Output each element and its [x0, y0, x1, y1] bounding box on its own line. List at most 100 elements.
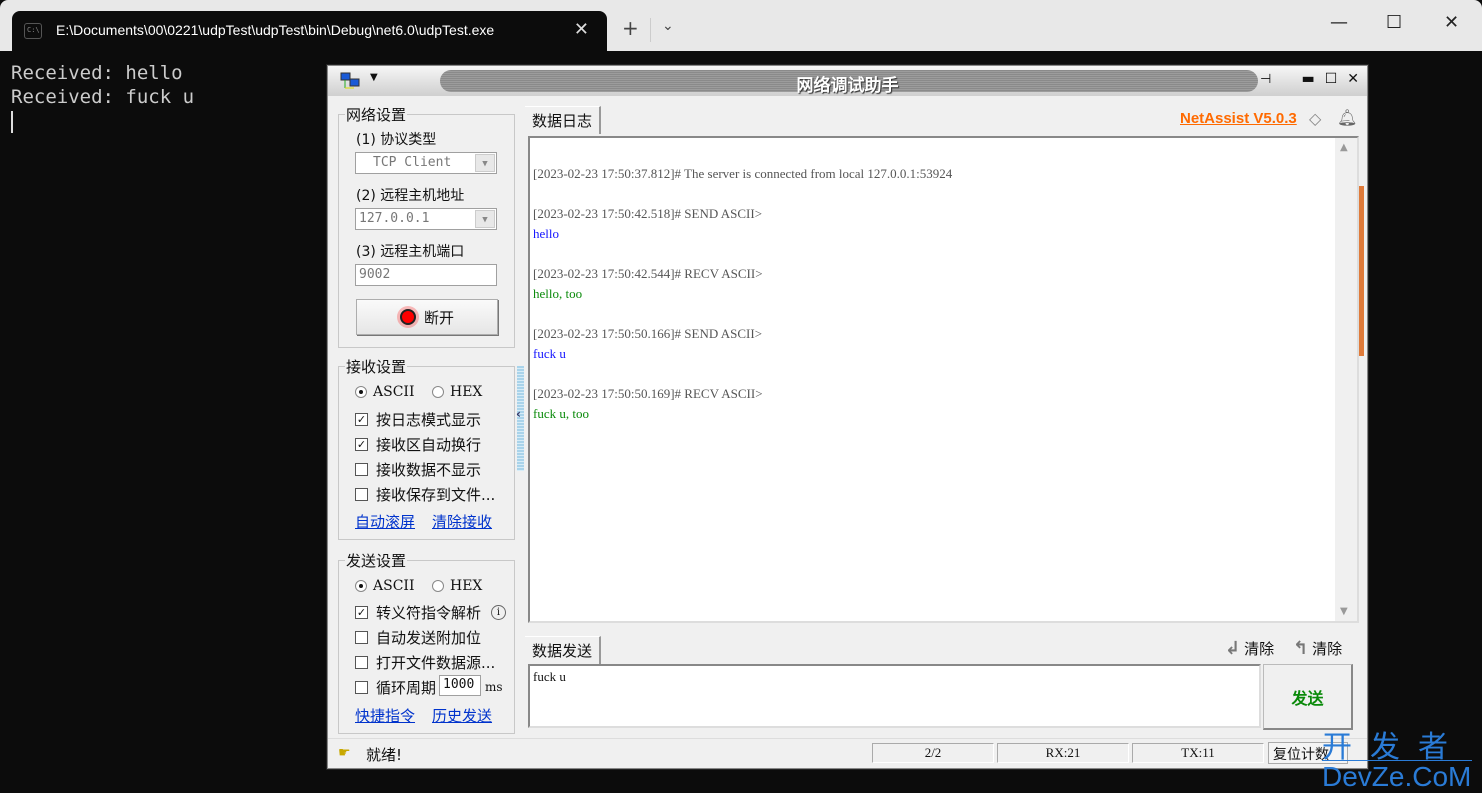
checkbox-checked-icon: ✓ — [355, 438, 368, 451]
checkbox-icon — [355, 631, 368, 644]
netassist-titlebar[interactable]: ▼ 网络调试助手 ⊣ ▬ ☐ ✕ — [328, 66, 1367, 96]
chevron-down-icon[interactable]: ▼ — [475, 210, 495, 228]
shortcut-commands-link[interactable]: 快捷指令 — [355, 705, 415, 726]
connection-led-icon — [399, 309, 416, 325]
cycle-unit-label: ms — [485, 680, 503, 694]
log-entry-body: fuck u — [533, 346, 566, 361]
info-icon[interactable]: i — [491, 605, 507, 620]
log-entry-header: [2023-02-23 17:50:42.518]# SEND ASCII> — [533, 206, 763, 221]
minimize-button[interactable]: ▬ — [1301, 71, 1314, 87]
send-hex-radio[interactable]: HEX — [432, 578, 482, 594]
radio-label: HEX — [450, 578, 483, 594]
log-spacer — [533, 244, 952, 264]
packet-count: 2/2 — [872, 743, 994, 763]
remote-port-label: (3) 远程主机端口 — [356, 244, 465, 260]
panel-collapse-handle[interactable]: ‹ — [516, 366, 524, 471]
maximize-button[interactable]: ☐ — [1386, 12, 1402, 33]
terminal-output[interactable]: Received: hello Received: fuck u — [11, 61, 194, 139]
radio-label: ASCII — [373, 578, 415, 594]
send-option-escape-parse[interactable]: ✓ 转义符指令解析 i — [355, 602, 507, 623]
group-title: 网络设置 — [346, 106, 407, 124]
tab-close-icon[interactable]: ✕ — [574, 19, 589, 40]
checkbox-icon — [355, 656, 368, 669]
scroll-up-icon[interactable]: ▲ — [1340, 142, 1348, 153]
checkbox-label: 循环周期 — [376, 679, 437, 697]
send-ascii-radio[interactable]: ASCII — [355, 578, 414, 594]
radio-icon — [432, 580, 444, 592]
remote-host-value: 127.0.0.1 — [359, 211, 430, 226]
scroll-down-icon[interactable]: ▼ — [1340, 606, 1348, 617]
disconnect-label: 断开 — [423, 308, 454, 327]
send-option-cycle[interactable]: 循环周期 — [355, 677, 436, 698]
radio-label: ASCII — [373, 384, 415, 400]
remote-host-select[interactable]: 127.0.0.1 ▼ — [355, 208, 497, 230]
send-option-file-source[interactable]: 打开文件数据源... — [355, 652, 495, 673]
new-tab-button[interactable]: + — [622, 16, 639, 40]
scrollbar-thumb[interactable] — [1359, 186, 1364, 356]
log-entry-header: [2023-02-23 17:50:50.166]# SEND ASCII> — [533, 326, 763, 341]
clear-receive-link[interactable]: 清除接收 — [432, 511, 492, 532]
netassist-window: ▼ 网络调试助手 ⊣ ▬ ☐ ✕ 网络设置 (1) 协议类型 TCP Clien… — [327, 65, 1368, 769]
clear-receive-button[interactable]: ↲ 清除 — [1225, 638, 1274, 659]
send-text-area[interactable]: fuck u — [528, 664, 1261, 728]
receive-option-log-mode[interactable]: ✓ 按日志模式显示 — [355, 409, 481, 430]
chevron-down-icon[interactable]: ⌄ — [662, 18, 674, 34]
log-spacer — [533, 304, 952, 324]
receive-option-auto-wrap[interactable]: ✓ 接收区自动换行 — [355, 434, 481, 455]
log-spacer — [533, 364, 952, 384]
text-cursor — [11, 111, 13, 133]
auto-scroll-link[interactable]: 自动滚屏 — [355, 511, 415, 532]
cycle-period-input[interactable]: 1000 — [439, 675, 481, 696]
receive-hex-radio[interactable]: HEX — [432, 384, 482, 400]
diamond-icon[interactable]: ◇ — [1309, 109, 1321, 128]
minimize-button[interactable]: — — [1330, 12, 1348, 33]
receive-ascii-radio[interactable]: ASCII — [355, 384, 414, 400]
checkbox-label: 接收保存到文件... — [376, 486, 496, 504]
terminal-tab[interactable]: C:\ E:\Documents\00\0221\udpTest\udpTest… — [12, 11, 607, 51]
tab-title: E:\Documents\00\0221\udpTest\udpTest\bin… — [56, 22, 495, 38]
checkbox-label: 接收区自动换行 — [376, 436, 482, 454]
divider — [650, 18, 651, 42]
clear-send-button[interactable]: ↰ 清除 — [1293, 638, 1342, 659]
checkbox-checked-icon: ✓ — [355, 606, 368, 619]
watermark: 开发者 DevZe.CoM — [1322, 722, 1482, 792]
pin-icon[interactable]: ⊣ — [1260, 72, 1271, 87]
window-close-button[interactable]: ✕ — [1444, 12, 1459, 33]
log-scrollbar[interactable]: ▲ ▼ — [1335, 138, 1357, 621]
protocol-select[interactable]: TCP Client ▼ — [355, 152, 497, 174]
receive-option-hide-data[interactable]: 接收数据不显示 — [355, 459, 481, 480]
receive-option-save-file[interactable]: 接收保存到文件... — [355, 484, 495, 505]
close-button[interactable]: ✕ — [1347, 71, 1359, 87]
terminal-titlebar: C:\ E:\Documents\00\0221\udpTest\udpTest… — [0, 0, 1482, 51]
send-option-auto-append[interactable]: 自动发送附加位 — [355, 627, 481, 648]
send-history-link[interactable]: 历史发送 — [432, 705, 492, 726]
log-entry-header: [2023-02-23 17:50:37.812]# The server is… — [533, 166, 953, 181]
checkbox-label: 转义符指令解析 — [376, 604, 482, 622]
checkbox-label: 按日志模式显示 — [376, 411, 482, 429]
tab-data-send[interactable]: 数据发送 — [525, 636, 602, 664]
chevron-down-icon[interactable]: ▼ — [475, 154, 495, 172]
radio-label: HEX — [450, 384, 483, 400]
pointing-hand-icon: ☛ — [338, 745, 351, 761]
watermark-cn: 开发者 — [1322, 730, 1466, 765]
group-title: 接收设置 — [346, 358, 407, 376]
tab-data-log[interactable]: 数据日志 — [525, 106, 602, 134]
send-button[interactable]: 发送 — [1263, 664, 1353, 730]
watermark-en: DevZe.CoM — [1322, 760, 1472, 792]
arrow-down-left-icon: ↲ — [1225, 638, 1241, 659]
checkbox-icon — [355, 681, 368, 694]
log-entry-header: [2023-02-23 17:50:50.169]# RECV ASCII> — [533, 386, 763, 401]
checkbox-icon — [355, 488, 368, 501]
bell-icon[interactable]: 🔔︎ — [1337, 108, 1357, 127]
arrow-up-icon: ↰ — [1293, 638, 1309, 659]
data-log-area[interactable]: [2023-02-23 17:50:37.812]# The server is… — [528, 136, 1359, 623]
remote-port-input[interactable]: 9002 — [355, 264, 497, 286]
maximize-button[interactable]: ☐ — [1325, 71, 1338, 87]
remote-host-label: (2) 远程主机地址 — [356, 188, 465, 204]
rx-count: RX:21 — [997, 743, 1129, 763]
disconnect-button[interactable]: 断开 — [356, 299, 498, 335]
netassist-version-link[interactable]: NetAssist V5.0.3 — [1180, 110, 1297, 127]
app-title: 网络调试助手 — [796, 76, 899, 96]
log-spacer — [533, 424, 952, 444]
log-entry-body: hello — [533, 226, 559, 241]
